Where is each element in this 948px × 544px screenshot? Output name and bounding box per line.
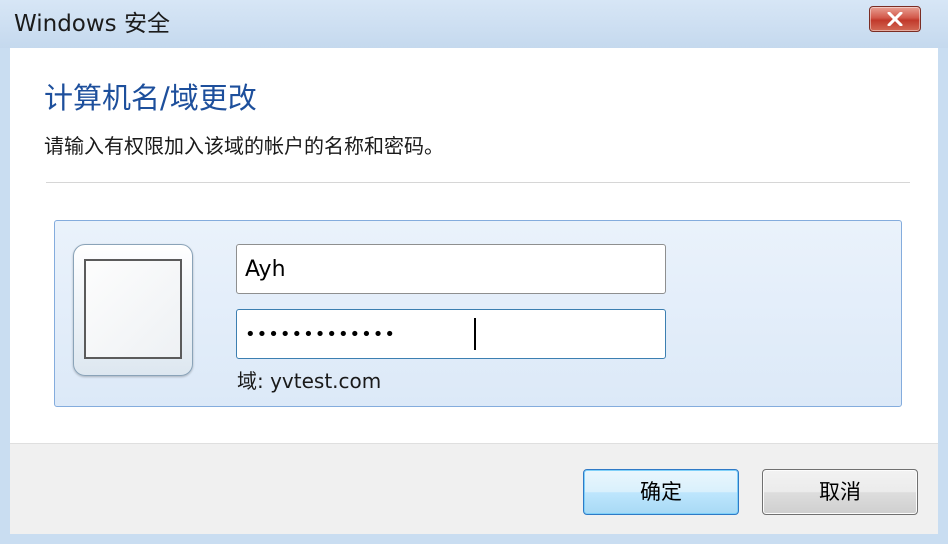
domain-label: 域: yvtest.com (237, 369, 382, 393)
username-input[interactable] (237, 245, 665, 293)
password-input[interactable] (237, 310, 665, 358)
user-tile-frame (84, 259, 182, 359)
text-caret (474, 318, 476, 350)
cancel-button[interactable]: 取消 (762, 469, 918, 515)
close-button[interactable] (869, 6, 921, 32)
dialog-heading: 计算机名/域更改 (44, 81, 257, 115)
window-title: Windows 安全 (14, 11, 170, 37)
credential-panel: 域: yvtest.com (54, 220, 902, 407)
windows-security-dialog: Windows 安全 计算机名/域更改 请输入有权限加入该域的帐户的名称和密码。… (0, 0, 948, 544)
divider (46, 182, 910, 183)
dialog-content: 计算机名/域更改 请输入有权限加入该域的帐户的名称和密码。 域: yvtest.… (10, 48, 938, 443)
close-icon (887, 12, 903, 26)
user-tile-icon (73, 244, 193, 376)
password-field[interactable] (236, 309, 666, 359)
button-bar: 确定 取消 (10, 443, 938, 534)
ok-button[interactable]: 确定 (583, 469, 739, 515)
title-bar: Windows 安全 (0, 0, 948, 48)
dialog-instructions: 请输入有权限加入该域的帐户的名称和密码。 (44, 134, 444, 158)
username-field[interactable] (236, 244, 666, 294)
